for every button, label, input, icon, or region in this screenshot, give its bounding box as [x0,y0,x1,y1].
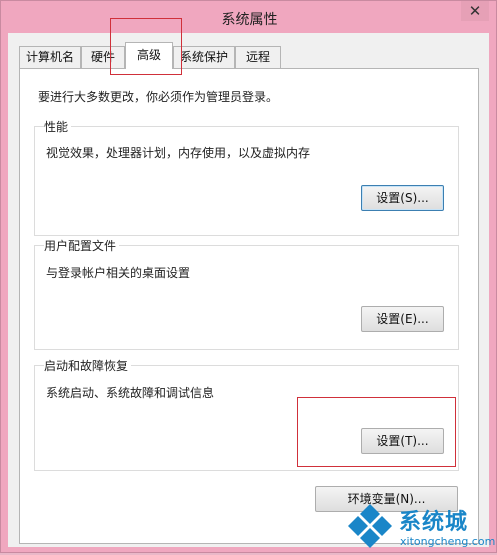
user-profiles-label: 用户配置文件 [44,237,120,254]
performance-settings-button[interactable]: 设置(S)... [361,185,444,211]
startup-recovery-label: 启动和故障恢复 [44,357,132,374]
user-profiles-description: 与登录帐户相关的桌面设置 [46,266,191,280]
advanced-tab-panel: 要进行大多数更改，你必须作为管理员登录。 性能 视觉效果，处理器计划，内存使用，… [19,68,479,544]
highlight-box-startup-settings [297,397,456,467]
close-button[interactable]: ✕ [461,1,489,21]
dialog-client: 计算机名 硬件 高级 系统保护 远程 要进行大多数更改，你必须作为管理员登录。 … [8,33,489,547]
tab-remote[interactable]: 远程 [235,46,281,68]
window-title: 系统属性 [221,12,278,28]
watermark-url: xitongcheng.com [400,535,496,548]
title-bar[interactable]: 系统属性 ✕ [1,1,497,33]
startup-recovery-description: 系统启动、系统故障和调试信息 [46,386,215,400]
windows-logo-icon [348,504,392,548]
system-properties-window: 系统属性 ✕ 计算机名 硬件 高级 系统保护 远程 要进行大多数更改，你必须作为… [0,0,497,553]
user-profiles-settings-button[interactable]: 设置(E)... [361,306,444,332]
close-icon: ✕ [468,2,482,20]
admin-notice: 要进行大多数更改，你必须作为管理员登录。 [38,90,279,104]
performance-description: 视觉效果，处理器计划，内存使用，以及虚拟内存 [46,146,311,160]
watermark: 系统城 xitongcheng.com [344,501,496,554]
performance-label: 性能 [44,118,72,135]
highlight-box-advanced-tab [110,18,182,75]
watermark-name: 系统城 [399,510,469,535]
tab-computer-name[interactable]: 计算机名 [19,46,81,68]
performance-group: 性能 视觉效果，处理器计划，内存使用，以及虚拟内存 设置(S)... [34,118,459,236]
user-profiles-group: 用户配置文件 与登录帐户相关的桌面设置 设置(E)... [34,237,459,350]
tab-system-protection[interactable]: 系统保护 [173,46,235,68]
